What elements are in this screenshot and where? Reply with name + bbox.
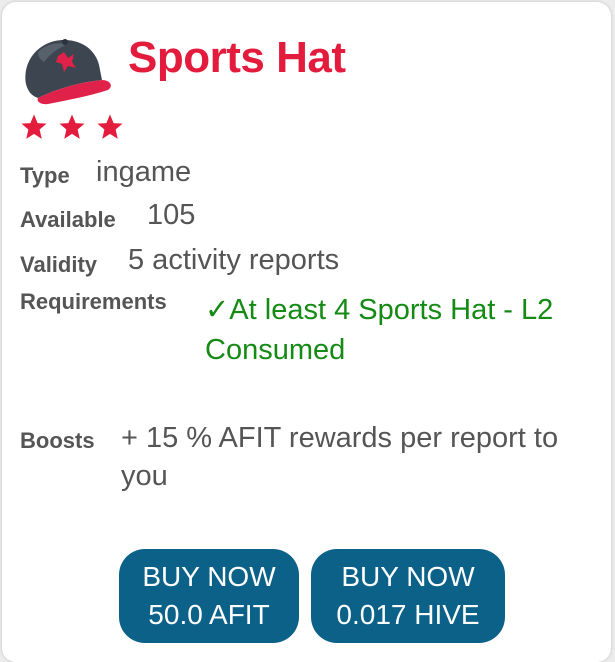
requirements-label: Requirements [20,289,167,314]
validity-value: 5 activity reports [128,244,340,276]
star-icon [97,114,123,139]
type-value: ingame [96,156,192,188]
buy-afit-line1: BUY NOW [142,561,276,592]
buy-hive-price: 0.017 HIVE [336,599,480,630]
buy-hive-line1: BUY NOW [341,561,475,592]
available-label: Available [20,207,116,232]
item-card: Sports Hat Type ingame Available 105 Val… [2,2,611,662]
boosts-value: + 15 % AFIT rewards per report to you [121,422,559,492]
star-icon [59,114,85,139]
item-title: Sports Hat [128,33,346,82]
sports-hat-icon [18,30,114,106]
buy-afit-price: 50.0 AFIT [148,599,270,630]
validity-label: Validity [20,252,98,277]
requirements-value: ✓At least 4 Sports Hat - L2 Consumed [205,294,554,366]
available-value: 105 [147,199,196,231]
buy-hive-button[interactable]: BUY NOW 0.017 HIVE [311,549,505,643]
type-label: Type [20,163,70,188]
star-rating [19,112,125,142]
boosts-label: Boosts [20,428,95,453]
buy-afit-button[interactable]: BUY NOW 50.0 AFIT [119,549,299,643]
star-icon [21,114,47,139]
